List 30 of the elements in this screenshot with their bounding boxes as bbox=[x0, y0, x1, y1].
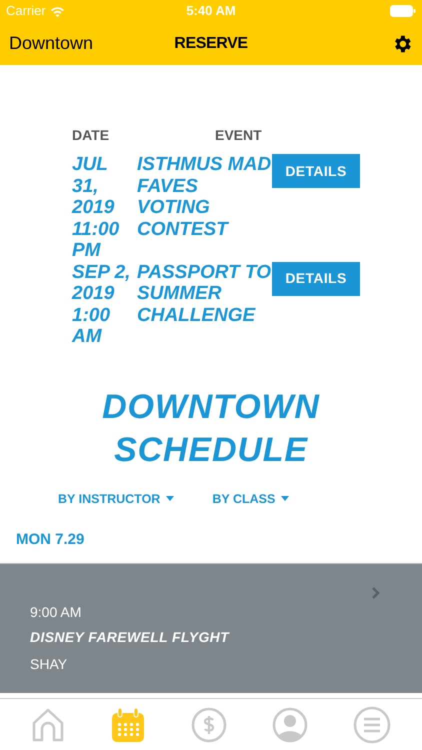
instructor-name: SHAY bbox=[30, 656, 68, 672]
menu-icon[interactable] bbox=[353, 706, 392, 744]
event-name: PASSPORT TO SUMMER CHALLENGE bbox=[137, 262, 272, 326]
details-button[interactable]: DETAILS bbox=[272, 154, 360, 188]
schedule-title: DOWNTOWN SCHEDULE bbox=[101, 386, 321, 470]
location-label[interactable]: Downtown bbox=[9, 33, 94, 53]
carrier-text: Carrier bbox=[6, 2, 46, 20]
event-date: JUL 31, 2019 11:00 PM bbox=[72, 154, 120, 262]
class-time: 9:00 AM bbox=[30, 604, 82, 620]
wifi-icon bbox=[50, 6, 65, 16]
chevron-right-icon bbox=[372, 587, 380, 600]
dollar-icon[interactable] bbox=[190, 706, 227, 742]
day-heading: MON 7.29 bbox=[16, 531, 84, 548]
battery-icon bbox=[390, 5, 416, 17]
profile-icon[interactable] bbox=[272, 706, 308, 742]
column-header: EVENT bbox=[215, 126, 262, 145]
clock-text: 5:40 AM bbox=[186, 3, 236, 18]
event-date: SEP 2, 2019 1:00 AM bbox=[72, 262, 132, 348]
caret-icon bbox=[281, 496, 290, 502]
event-name: ISTHMUS MAD FAVES VOTING CONTEST bbox=[137, 154, 272, 240]
filter-dropdown[interactable]: BY CLASS bbox=[212, 490, 290, 508]
filter-dropdown[interactable]: BY INSTRUCTOR bbox=[58, 490, 174, 508]
details-button[interactable]: DETAILS bbox=[272, 262, 360, 296]
class-card[interactable]: 9:00 AM DISNEY FAREWELL FLYGHT SHAY bbox=[0, 563, 422, 694]
caret-icon bbox=[166, 496, 174, 502]
house-icon[interactable] bbox=[30, 706, 65, 742]
screen-title: RESERVE bbox=[174, 34, 248, 52]
class-name: DISNEY FAREWELL FLYGHT bbox=[30, 629, 230, 646]
column-header: DATE bbox=[72, 126, 110, 145]
calendar-icon[interactable] bbox=[110, 706, 146, 742]
